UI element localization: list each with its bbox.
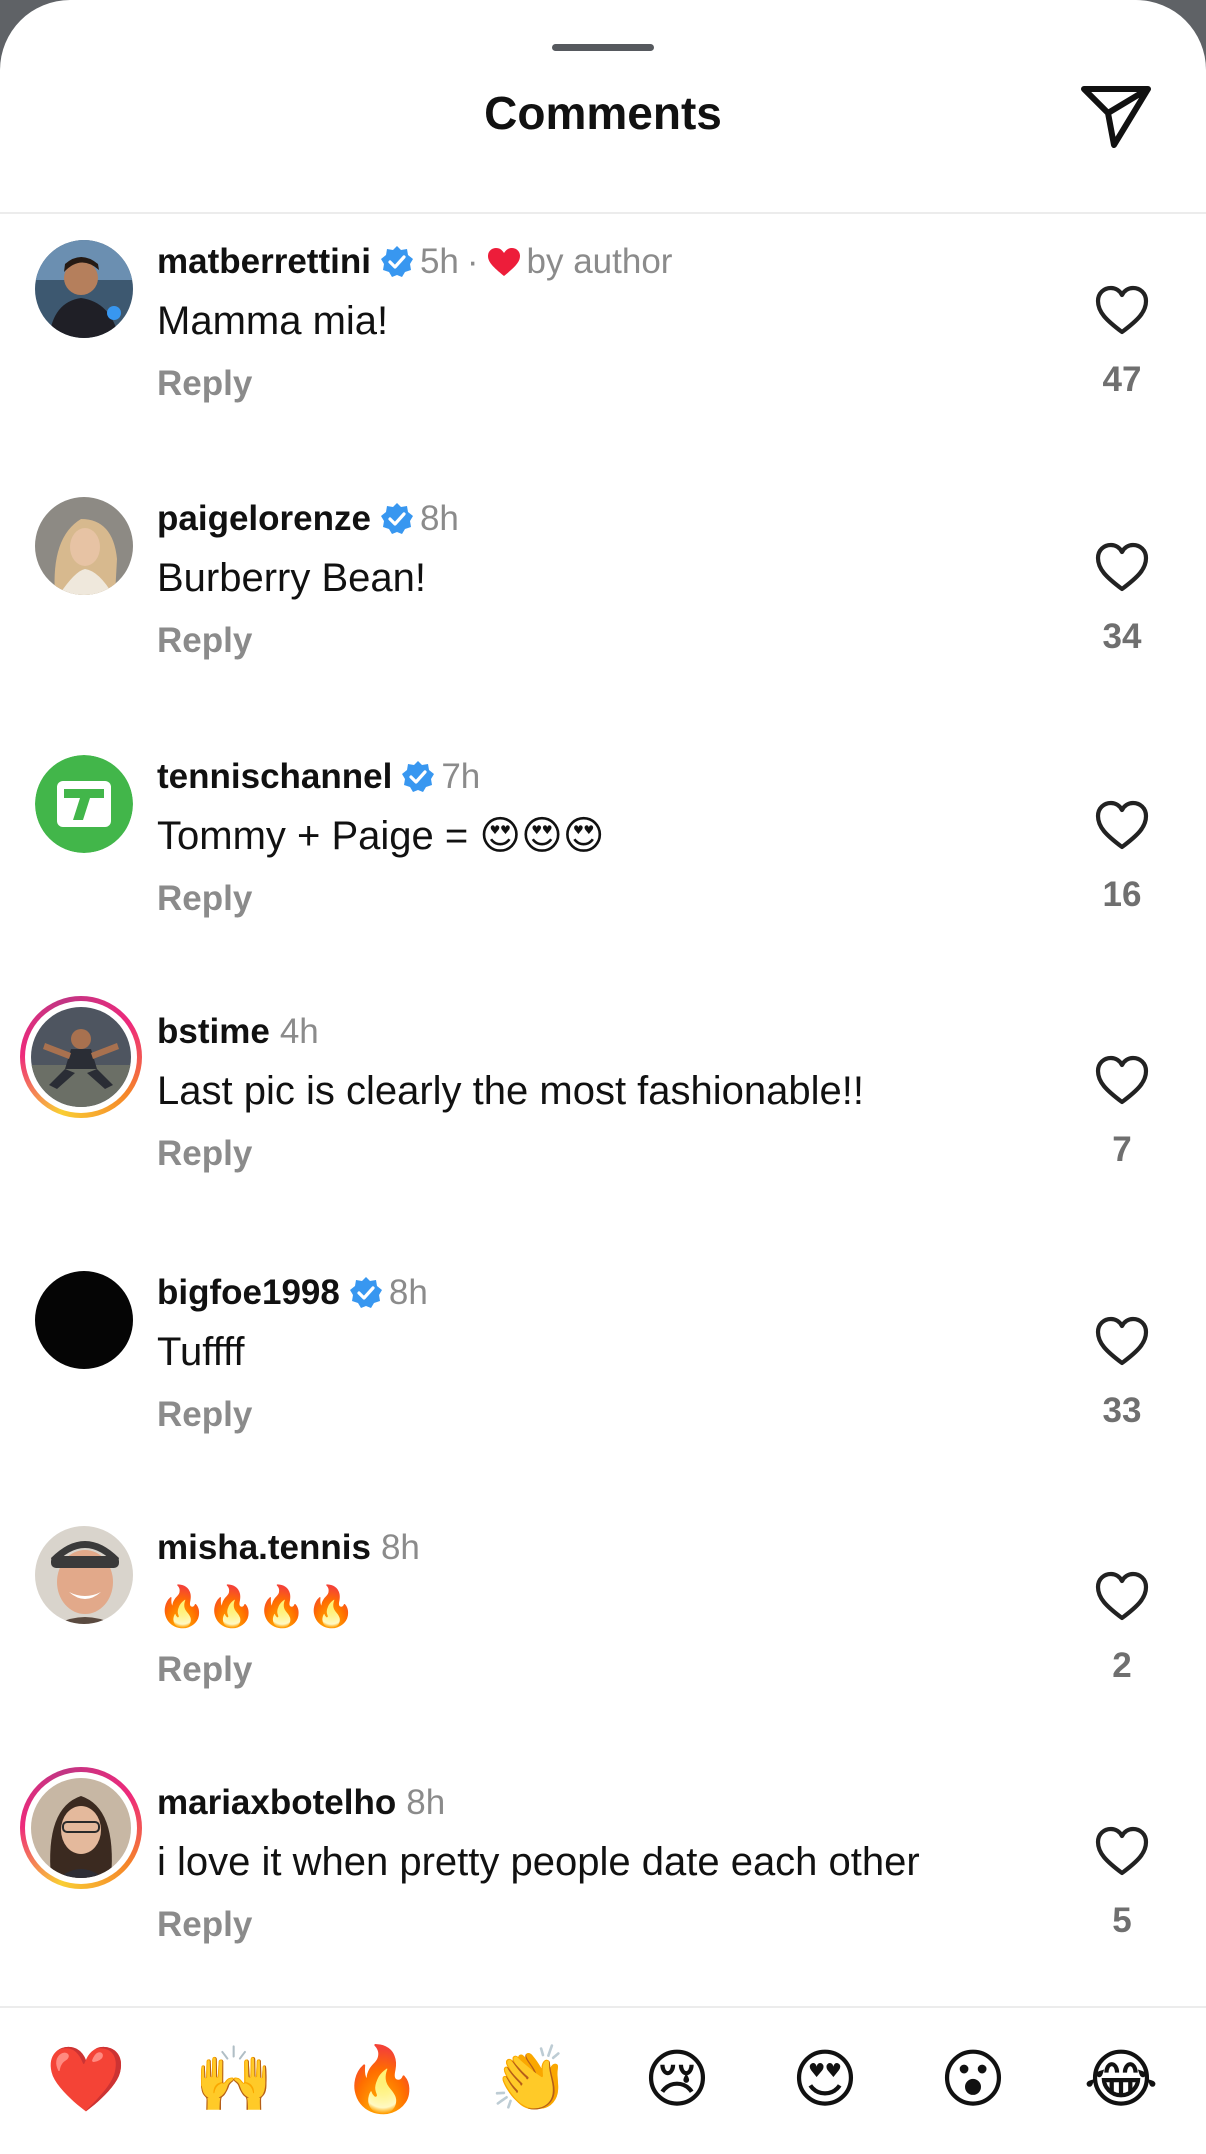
avatar bbox=[31, 1007, 131, 1107]
comment-item: bstime 4h Last pic is clearly the most f… bbox=[0, 996, 1206, 1230]
comment-time: 4h bbox=[279, 1012, 319, 1051]
like-count: 7 bbox=[1112, 1130, 1132, 1169]
comment-meta: bstime 4h bbox=[157, 1010, 319, 1054]
comment-time: 5h bbox=[419, 242, 459, 281]
verified-badge-icon bbox=[349, 1277, 382, 1308]
author-heart-icon bbox=[487, 248, 520, 276]
comment-item: mariaxbotelho 8h i love it when pretty p… bbox=[0, 1767, 1206, 2001]
comment-time: 8h bbox=[388, 1273, 428, 1312]
heart-outline-icon[interactable] bbox=[1094, 541, 1150, 593]
comment-text: Mamma mia! bbox=[157, 299, 389, 343]
comment-text: Last pic is clearly the most fashionable… bbox=[157, 1069, 865, 1113]
heart-outline-icon[interactable] bbox=[1094, 284, 1150, 336]
verified-badge-icon bbox=[402, 761, 435, 792]
reply-button[interactable]: Reply bbox=[157, 621, 252, 661]
comment-item: matberrettini 5h · by author Mamma mia! … bbox=[0, 240, 1206, 460]
comment-text: Tommy + Paige = 😍😍😍 bbox=[157, 814, 605, 858]
comment-item: tennischannel 7h Tommy + Paige = 😍😍😍 Rep… bbox=[0, 755, 1206, 975]
heart-outline-icon[interactable] bbox=[1094, 1054, 1150, 1106]
surprised-face-emoji-button[interactable]: 😮 bbox=[934, 2040, 1012, 2118]
like-count: 2 bbox=[1112, 1646, 1132, 1685]
sheet-title: Comments bbox=[484, 87, 722, 139]
comment-item: bigfoe1998 8h Tuffff Reply 33 bbox=[0, 1271, 1206, 1491]
comment-meta: mariaxbotelho 8h bbox=[157, 1781, 445, 1825]
username[interactable]: matberrettini bbox=[157, 240, 371, 284]
paper-plane-icon[interactable] bbox=[1080, 84, 1152, 150]
username[interactable]: bigfoe1998 bbox=[157, 1271, 340, 1315]
comment-time: 8h bbox=[380, 1528, 420, 1567]
comment-text: Tuffff bbox=[157, 1330, 245, 1374]
username[interactable]: bstime bbox=[157, 1010, 270, 1054]
comment-item: paigelorenze 8h Burberry Bean! Reply 34 bbox=[0, 497, 1206, 717]
quick-reactions-bar: ❤️ 🙌 🔥 👏 😢 😍 😮 😂 bbox=[0, 2040, 1206, 2130]
reply-button[interactable]: Reply bbox=[157, 364, 252, 404]
fire-emoji-button[interactable]: 🔥 bbox=[342, 2040, 422, 2118]
comment-text: i love it when pretty people date each o… bbox=[157, 1840, 920, 1884]
heart-outline-icon[interactable] bbox=[1094, 799, 1150, 851]
raising-hands-emoji-button[interactable]: 🙌 bbox=[194, 2040, 274, 2118]
comment-meta: tennischannel 7h bbox=[157, 755, 480, 799]
reply-button[interactable]: Reply bbox=[157, 1650, 252, 1690]
comment-time: 7h bbox=[441, 757, 481, 796]
reply-button[interactable]: Reply bbox=[157, 1134, 252, 1174]
crying-face-emoji-button[interactable]: 😢 bbox=[638, 2040, 716, 2118]
clapping-hands-emoji-button[interactable]: 👏 bbox=[490, 2040, 570, 2118]
story-ring[interactable] bbox=[20, 1767, 142, 1889]
verified-badge-icon bbox=[380, 503, 413, 534]
heart-outline-icon[interactable] bbox=[1094, 1315, 1150, 1367]
liked-by-author-label: by author bbox=[526, 242, 673, 281]
story-ring[interactable] bbox=[20, 996, 142, 1118]
username[interactable]: paigelorenze bbox=[157, 497, 371, 541]
comment-meta: misha.tennis 8h bbox=[157, 1526, 420, 1570]
like-count: 33 bbox=[1102, 1391, 1142, 1430]
comment-meta: bigfoe1998 8h bbox=[157, 1271, 428, 1315]
heart-outline-icon[interactable] bbox=[1094, 1570, 1150, 1622]
comment-time: 8h bbox=[406, 1783, 446, 1822]
comments-sheet: Comments matberrettini 5h · by author Ma… bbox=[0, 0, 1206, 2154]
header-divider bbox=[0, 212, 1206, 214]
separator-dot: · bbox=[466, 242, 479, 281]
username[interactable]: misha.tennis bbox=[157, 1526, 371, 1570]
sheet-grabber[interactable] bbox=[552, 44, 654, 51]
username[interactable]: mariaxbotelho bbox=[157, 1781, 396, 1825]
reply-button[interactable]: Reply bbox=[157, 1905, 252, 1945]
avatar[interactable] bbox=[35, 755, 133, 853]
reply-button[interactable]: Reply bbox=[157, 1395, 252, 1435]
comment-time: 8h bbox=[419, 499, 459, 538]
avatar[interactable] bbox=[35, 497, 133, 595]
comment-item: misha.tennis 8h 🔥🔥🔥🔥 Reply 2 bbox=[0, 1526, 1206, 1746]
like-count: 5 bbox=[1112, 1901, 1132, 1940]
red-heart-emoji-button[interactable]: ❤️ bbox=[46, 2040, 126, 2118]
heart-eyes-emoji-button[interactable]: 😍 bbox=[786, 2040, 864, 2118]
like-count: 16 bbox=[1102, 875, 1142, 914]
comment-meta: paigelorenze 8h bbox=[157, 497, 459, 541]
like-count: 47 bbox=[1102, 360, 1142, 399]
heart-outline-icon[interactable] bbox=[1094, 1825, 1150, 1877]
comment-text: 🔥🔥🔥🔥 bbox=[157, 1585, 357, 1629]
reply-button[interactable]: Reply bbox=[157, 879, 252, 919]
comment-meta: matberrettini 5h · by author bbox=[157, 240, 672, 284]
reactions-divider bbox=[0, 2006, 1206, 2008]
verified-badge-icon bbox=[380, 246, 413, 277]
avatar[interactable] bbox=[35, 240, 133, 338]
username[interactable]: tennischannel bbox=[157, 755, 392, 799]
like-count: 34 bbox=[1102, 617, 1142, 656]
avatar[interactable] bbox=[35, 1526, 133, 1624]
comment-text: Burberry Bean! bbox=[157, 556, 427, 600]
avatar bbox=[31, 1778, 131, 1878]
tears-of-joy-emoji-button[interactable]: 😂 bbox=[1082, 2040, 1160, 2118]
avatar[interactable] bbox=[35, 1271, 133, 1369]
